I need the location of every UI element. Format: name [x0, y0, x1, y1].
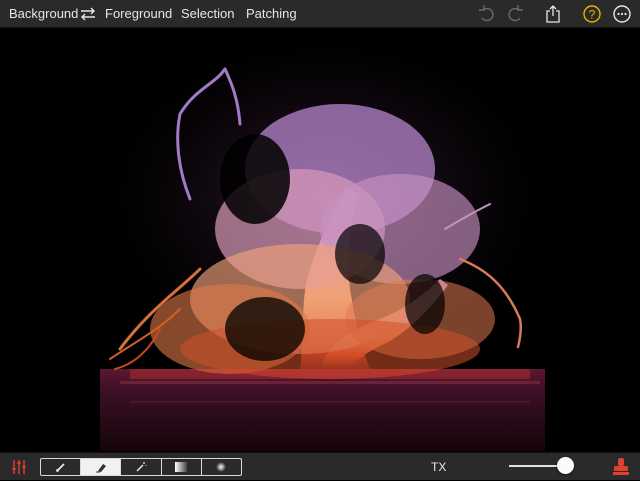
svg-text:?: ? — [589, 8, 596, 22]
brush-tool[interactable] — [41, 459, 82, 475]
eraser-tool[interactable] — [81, 459, 122, 475]
selection-tab[interactable]: Selection — [181, 0, 234, 28]
tx-label[interactable]: TX — [431, 453, 446, 481]
brush-icon — [55, 463, 65, 472]
tree-artwork — [100, 49, 550, 451]
patching-tab[interactable]: Patching — [246, 0, 297, 28]
adjustments-icon[interactable] — [10, 458, 28, 476]
top-toolbar: Background Foreground Selection Patching… — [0, 0, 640, 28]
gradient-icon — [175, 462, 188, 472]
soft-brush-icon — [216, 462, 227, 472]
share-icon[interactable] — [543, 4, 563, 24]
undo-icon[interactable] — [477, 4, 497, 24]
help-icon[interactable]: ? — [582, 4, 602, 24]
tool-selector — [40, 458, 242, 476]
magic-wand-tool[interactable] — [121, 459, 162, 475]
foreground-tab[interactable]: Foreground — [105, 0, 172, 28]
swap-icon[interactable] — [79, 5, 97, 23]
image-canvas[interactable] — [0, 29, 640, 451]
eraser-icon — [95, 464, 106, 473]
stamp-icon[interactable] — [612, 457, 630, 477]
redo-icon[interactable] — [505, 4, 525, 24]
background-tab[interactable]: Background — [9, 0, 78, 28]
magic-wand-icon — [136, 462, 147, 472]
more-icon[interactable] — [612, 4, 632, 24]
gradient-tool[interactable] — [162, 459, 202, 475]
soft-brush-tool[interactable] — [202, 459, 241, 475]
